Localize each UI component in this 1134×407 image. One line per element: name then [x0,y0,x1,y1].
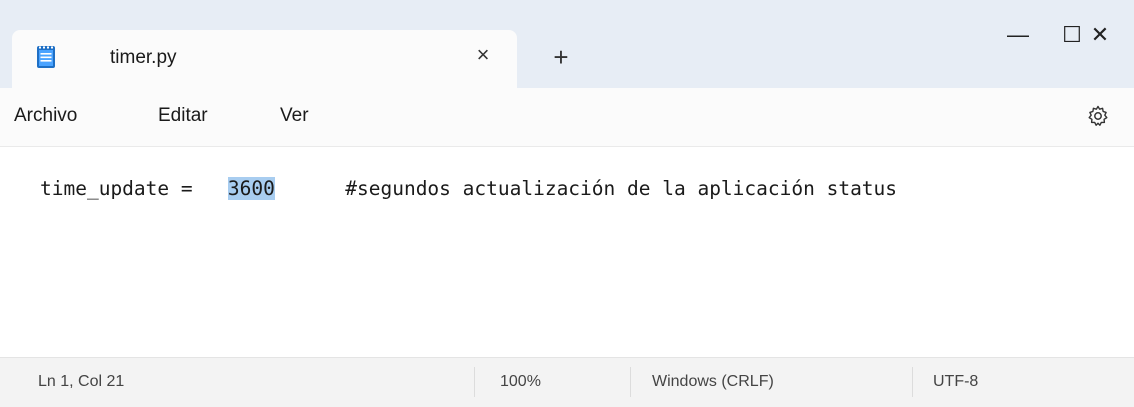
menu-ver[interactable]: Ver [280,105,309,127]
code-line: time_update = 3600 #segundos actualizaci… [40,177,897,200]
menu-bar: Archivo Editar Ver [0,88,1134,144]
code-prefix: time_update = [40,177,228,200]
text-editor[interactable]: time_update = 3600 #segundos actualizaci… [0,146,1134,357]
zoom-level[interactable]: 100% [500,373,541,391]
notepad-icon [37,46,55,68]
notepad-window: timer.py × + — ☐ ✕ Archivo Editar Ver ti… [0,0,1134,407]
minimize-button[interactable]: — [998,18,1038,52]
cursor-position: Ln 1, Col 21 [38,373,125,390]
tab-close-icon[interactable]: × [468,40,498,70]
code-comment: #segundos actualización de la aplicación… [274,177,898,200]
menu-archivo[interactable]: Archivo [14,105,77,127]
tab-timer-py[interactable]: timer.py × [12,30,517,88]
tab-title: timer.py [110,47,177,68]
close-window-button[interactable]: ✕ [1080,18,1120,52]
status-bar: Ln 1, Col 21 100% Windows (CRLF) UTF-8 [0,357,1134,407]
status-divider [630,367,631,397]
new-tab-button[interactable]: + [546,42,576,72]
status-divider [912,367,913,397]
status-divider [474,367,475,397]
encoding[interactable]: UTF-8 [933,373,978,391]
title-bar: timer.py × + — ☐ ✕ [0,0,1134,88]
line-ending[interactable]: Windows (CRLF) [652,373,774,391]
menu-editar[interactable]: Editar [158,105,208,127]
gear-icon[interactable] [1086,104,1110,128]
selected-text: 3600 [227,177,275,200]
